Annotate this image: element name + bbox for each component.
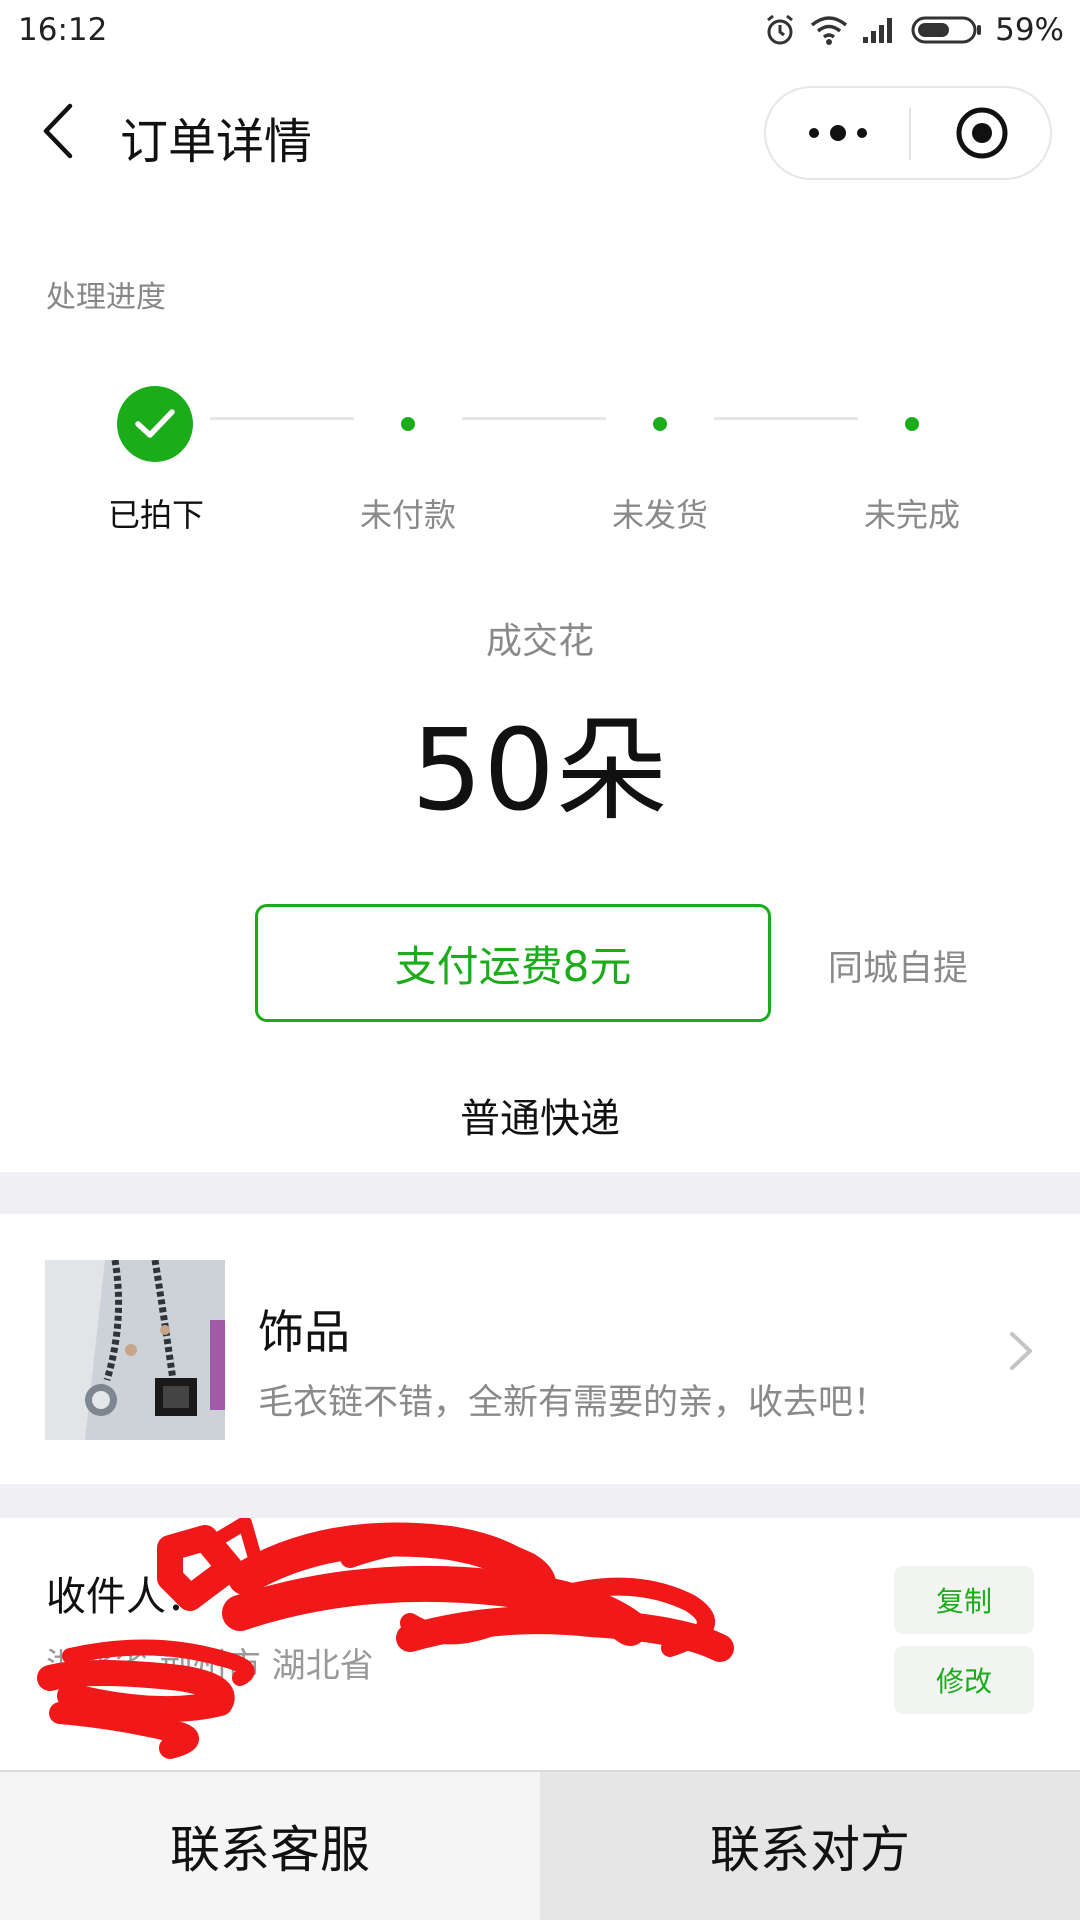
deal-label: 成交花 — [485, 621, 594, 662]
address-card: 收件人： 湖北省 荆州市 湖北省 复制 修改 — [0, 1518, 1080, 1770]
signal-icon — [863, 18, 893, 43]
progress-heading: 处理进度 — [46, 280, 166, 315]
step-connector — [714, 417, 858, 420]
status-time: 16:12 — [18, 12, 108, 48]
wifi-icon — [810, 16, 848, 45]
status-icons: 59% — [763, 10, 1064, 50]
chevron-left-icon[interactable] — [36, 100, 80, 162]
step-label-ordered: 已拍下 — [107, 496, 204, 534]
product-name: 饰品 — [258, 1305, 350, 1359]
product-thumbnail — [45, 1260, 225, 1440]
title-bar: 订单详情 — [0, 62, 1080, 202]
contact-other-button[interactable]: 联系对方 — [540, 1772, 1080, 1920]
product-description: 毛衣链不错，全新有需要的亲，收去吧！ — [258, 1383, 889, 1423]
express-type[interactable]: 普通快递 — [0, 1086, 1080, 1144]
menu-capsule — [764, 86, 1052, 180]
product-row[interactable]: 饰品 毛衣链不错，全新有需要的亲，收去吧！ — [0, 1214, 1080, 1484]
more-dots-icon[interactable] — [766, 88, 909, 178]
step-label-incomplete: 未完成 — [863, 496, 960, 534]
status-bar: 16:12 59% — [0, 0, 1080, 62]
contact-service-button[interactable]: 联系客服 — [0, 1772, 540, 1920]
bottom-bar: 联系客服 联系对方 — [0, 1770, 1080, 1920]
step-pending-dot — [401, 417, 415, 431]
progress-stepper: 已拍下 未付款 未发货 未完成 — [0, 380, 1080, 540]
step-label-unpaid: 未付款 — [359, 496, 456, 534]
chevron-right-icon — [1006, 1329, 1036, 1373]
alarm-icon — [767, 14, 794, 45]
address-text: 湖北省 荆州市 湖北省 — [46, 1646, 374, 1686]
step-done-check-icon — [117, 386, 193, 462]
step-connector — [210, 417, 354, 420]
page-title: 订单详情 — [120, 114, 313, 170]
edit-button[interactable]: 修改 — [894, 1646, 1034, 1714]
local-pickup-link[interactable]: 同城自提 — [828, 940, 968, 991]
pay-shipping-button[interactable]: 支付运费8元 — [255, 904, 771, 1022]
deal-value: 50朵 — [411, 706, 669, 836]
section-divider — [0, 1484, 1080, 1518]
section-divider — [0, 1172, 1080, 1214]
copy-button[interactable]: 复制 — [894, 1566, 1034, 1634]
step-connector — [462, 417, 606, 420]
step-pending-dot — [653, 417, 667, 431]
step-pending-dot — [905, 417, 919, 431]
target-close-icon[interactable] — [911, 88, 1052, 178]
battery-icon — [911, 16, 982, 44]
battery-percent: 59% — [995, 12, 1064, 48]
receiver-label: 收件人： — [46, 1574, 206, 1620]
step-label-unshipped: 未发货 — [611, 496, 708, 534]
